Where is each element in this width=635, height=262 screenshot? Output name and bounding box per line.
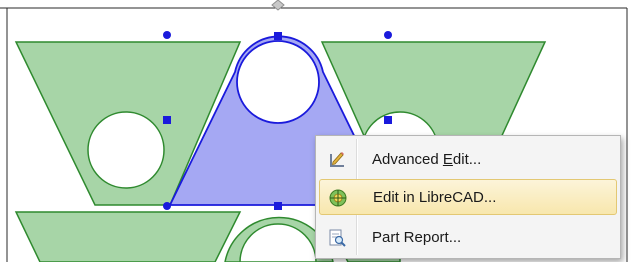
menu-item-label: Edit in LibreCAD...	[373, 189, 497, 206]
handle-left[interactable]	[163, 116, 171, 124]
menu-item-label: Part Report...	[372, 229, 462, 246]
handle-rotate-left[interactable]	[163, 31, 171, 39]
menu-item-edit-in-librecad[interactable]: Edit in LibreCAD...	[319, 179, 617, 215]
handle-top[interactable]	[274, 32, 282, 40]
menu-item-part-report[interactable]: Part Report...	[319, 220, 617, 256]
librecad-icon	[329, 189, 347, 207]
pencil-ruler-icon	[330, 152, 344, 167]
context-menu: Advanced Edit... Edit in LibreCAD... Par…	[315, 135, 621, 259]
handle-rotate-bottom-left[interactable]	[163, 202, 171, 210]
part-bottom-left[interactable]	[14, 211, 242, 262]
report-magnifier-icon	[329, 229, 346, 247]
handle-rotate-right[interactable]	[384, 31, 392, 39]
menu-item-advanced-edit[interactable]: Advanced Edit...	[319, 142, 617, 178]
menu-item-label: Advanced Edit...	[372, 151, 482, 168]
handle-bottom[interactable]	[274, 202, 282, 210]
handle-right[interactable]	[384, 116, 392, 124]
